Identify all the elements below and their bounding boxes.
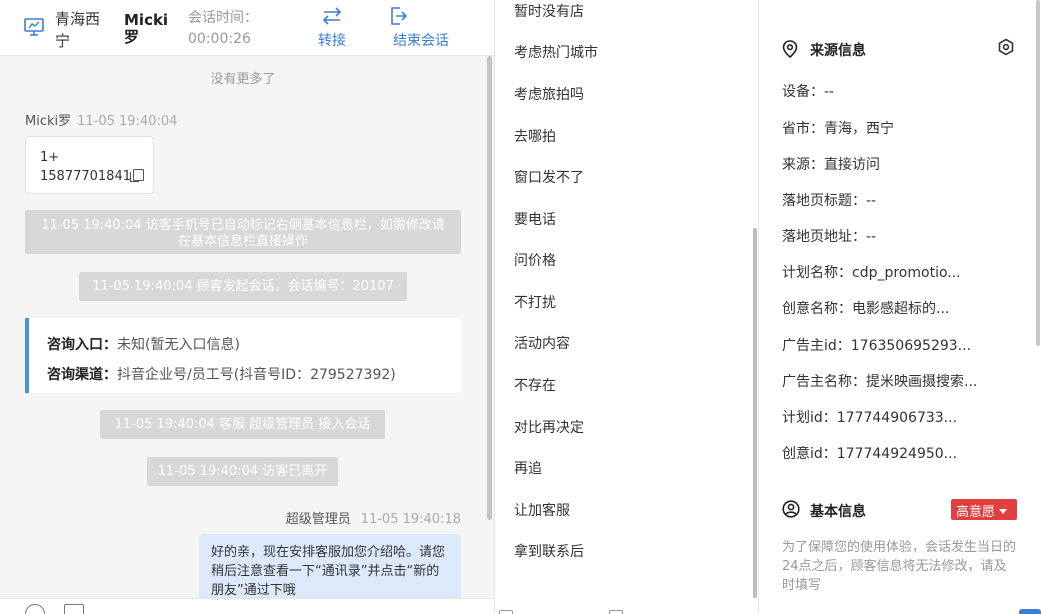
quick-reply-item[interactable]: 对比再决定 (514, 417, 584, 437)
source-row-source: 来源：直接访问 (782, 157, 880, 173)
visitor-location: 青海西宁 (55, 10, 101, 50)
session-time-label: 会话时间： (188, 10, 258, 26)
no-more-hint: 没有更多了 (210, 72, 276, 87)
app-root: 青海西宁 Micki罗 会话时间： 00:00:26 转接 结束会话 没有更多了 (0, 0, 1041, 614)
agent-msg-sender: 超级管理员 (285, 512, 351, 527)
quick-reply-item[interactable]: 不存在 (514, 375, 556, 395)
agent-msg-meta: 超级管理员 11-05 19:40:18 (286, 508, 461, 527)
source-row-advertiser-id: 广告主id：176350695293... (782, 338, 972, 354)
source-row-landing-title: 落地页标题：-- (782, 193, 877, 209)
source-row-creative-id: 创意id：177744924950... (782, 446, 958, 462)
basic-info-title: 基本信息 (810, 504, 866, 520)
system-msg: 11-05 19:40:04 客服 超级管理员 接入会话 (100, 410, 385, 439)
session-time-value: 00:00:26 (188, 31, 251, 47)
source-row-advertiser-name: 广告主名称：提米映画摄搜索... (782, 374, 978, 390)
source-row-device: 设备：-- (782, 84, 835, 100)
source-row-landing-url: 落地页地址：-- (782, 229, 877, 245)
transfer-label: 转接 (318, 33, 346, 49)
caret-down-icon (999, 509, 1008, 514)
copy-icon[interactable] (129, 169, 144, 182)
quick-reply-scrollbar[interactable] (753, 228, 757, 598)
quick-reply-item[interactable]: 活动内容 (514, 333, 570, 353)
swap-icon (322, 7, 342, 25)
quick-reply-item[interactable]: 去哪拍 (514, 126, 556, 146)
basic-info-note: 为了保障您的使用体验，会话发生当日的24点之后，顾客信息将无法修改，请及时填写 (782, 540, 1017, 593)
source-row-plan-name: 计划名称：cdp_promotio... (782, 265, 961, 281)
source-row-creative-name: 创意名称：电影感超标的... (782, 301, 950, 317)
phone-prefix: 1+ (40, 150, 60, 165)
chat-panel: 青海西宁 Micki罗 会话时间： 00:00:26 转接 结束会话 没有更多了 (0, 0, 494, 614)
quick-reply-item[interactable]: 考虑旅拍吗 (514, 84, 584, 104)
consult-entry-label: 咨询入口： (47, 337, 117, 353)
chat-scrollbar[interactable] (487, 56, 492, 520)
phone-number: 15877701841 (40, 169, 131, 184)
visitor-phone-card: 1+ 15877701841 (25, 136, 154, 194)
visitor-msg-meta: Micki罗 11-05 19:40:04 (25, 110, 177, 129)
chat-header: 青海西宁 Micki罗 会话时间： 00:00:26 转接 结束会话 (0, 0, 494, 56)
system-msg: 11-05 19:40:04 访客手机号已自动标记右侧基本信息栏，如需修改请在基… (25, 210, 461, 254)
consult-channel-label: 咨询渠道： (47, 367, 117, 383)
consult-channel-value: 抖音企业号/员工号(抖音号ID：279527392) (117, 367, 396, 383)
quick-reply-item[interactable]: 拿到联系后 (514, 541, 584, 561)
agent-msg-bubble: 好的亲，现在安排客服加您介绍哈。请您稍后注意查看一下“通讯录”并点击“新的朋友”… (199, 534, 461, 604)
user-circle-icon (782, 500, 800, 518)
system-msg: 11-05 19:40:04 访客已离开 (147, 457, 338, 486)
exit-icon (391, 7, 408, 25)
consult-info-card: 咨询入口：未知(暂无入口信息) 咨询渠道：抖音企业号/员工号(抖音号ID：279… (25, 318, 461, 393)
image-icon[interactable] (64, 604, 84, 614)
quick-reply-item[interactable]: 问价格 (514, 250, 556, 270)
system-msg: 11-05 19:40:04 顾客发起会话，会话编号：20107 (79, 272, 407, 301)
quick-reply-panel: 暂时没有店 考虑热门城市 考虑旅拍吗 去哪拍 窗口发不了 要电话 问价格 不打扰… (494, 0, 758, 614)
intent-level-dropdown[interactable]: 高意愿 (951, 499, 1017, 520)
info-scrollbar[interactable] (1036, 0, 1040, 346)
option-checkbox[interactable] (499, 610, 513, 614)
end-session-label: 结束会话 (393, 33, 449, 49)
visitor-name: Micki罗 (124, 11, 169, 46)
visitor-msg-sender: Micki罗 (25, 114, 72, 129)
end-session-button[interactable]: 结束会话 (388, 6, 454, 50)
visitor-msg-time: 11-05 19:40:04 (77, 114, 178, 129)
quick-reply-item[interactable]: 暂时没有店 (514, 1, 584, 21)
source-info-title: 来源信息 (810, 43, 866, 59)
agent-msg-time: 11-05 19:40:18 (360, 512, 461, 527)
quick-reply-item[interactable]: 考虑热门城市 (514, 42, 598, 62)
option-checkbox[interactable] (609, 610, 623, 614)
info-panel: 来源信息 设备：-- 省市：青海，西宁 来源：直接访问 落地页标题：-- 落地页… (758, 0, 1041, 614)
monitor-icon (24, 18, 44, 36)
source-row-plan-id: 计划id：177744906733... (782, 410, 958, 426)
quick-reply-item[interactable]: 不打扰 (514, 292, 556, 312)
location-pin-icon (782, 40, 798, 58)
source-row-city: 省市：青海，西宁 (782, 121, 894, 137)
transfer-button[interactable]: 转接 (314, 6, 350, 50)
quick-reply-item[interactable]: 再追 (514, 458, 542, 478)
intent-level-label: 高意愿 (956, 505, 996, 520)
floating-action-tab[interactable] (1019, 609, 1041, 614)
quick-reply-item[interactable]: 让加客服 (514, 500, 570, 520)
consult-entry-value: 未知(暂无入口信息) (117, 337, 240, 353)
settings-hex-icon[interactable] (997, 38, 1015, 56)
quick-reply-item[interactable]: 要电话 (514, 209, 556, 229)
quick-reply-item[interactable]: 窗口发不了 (514, 167, 584, 187)
